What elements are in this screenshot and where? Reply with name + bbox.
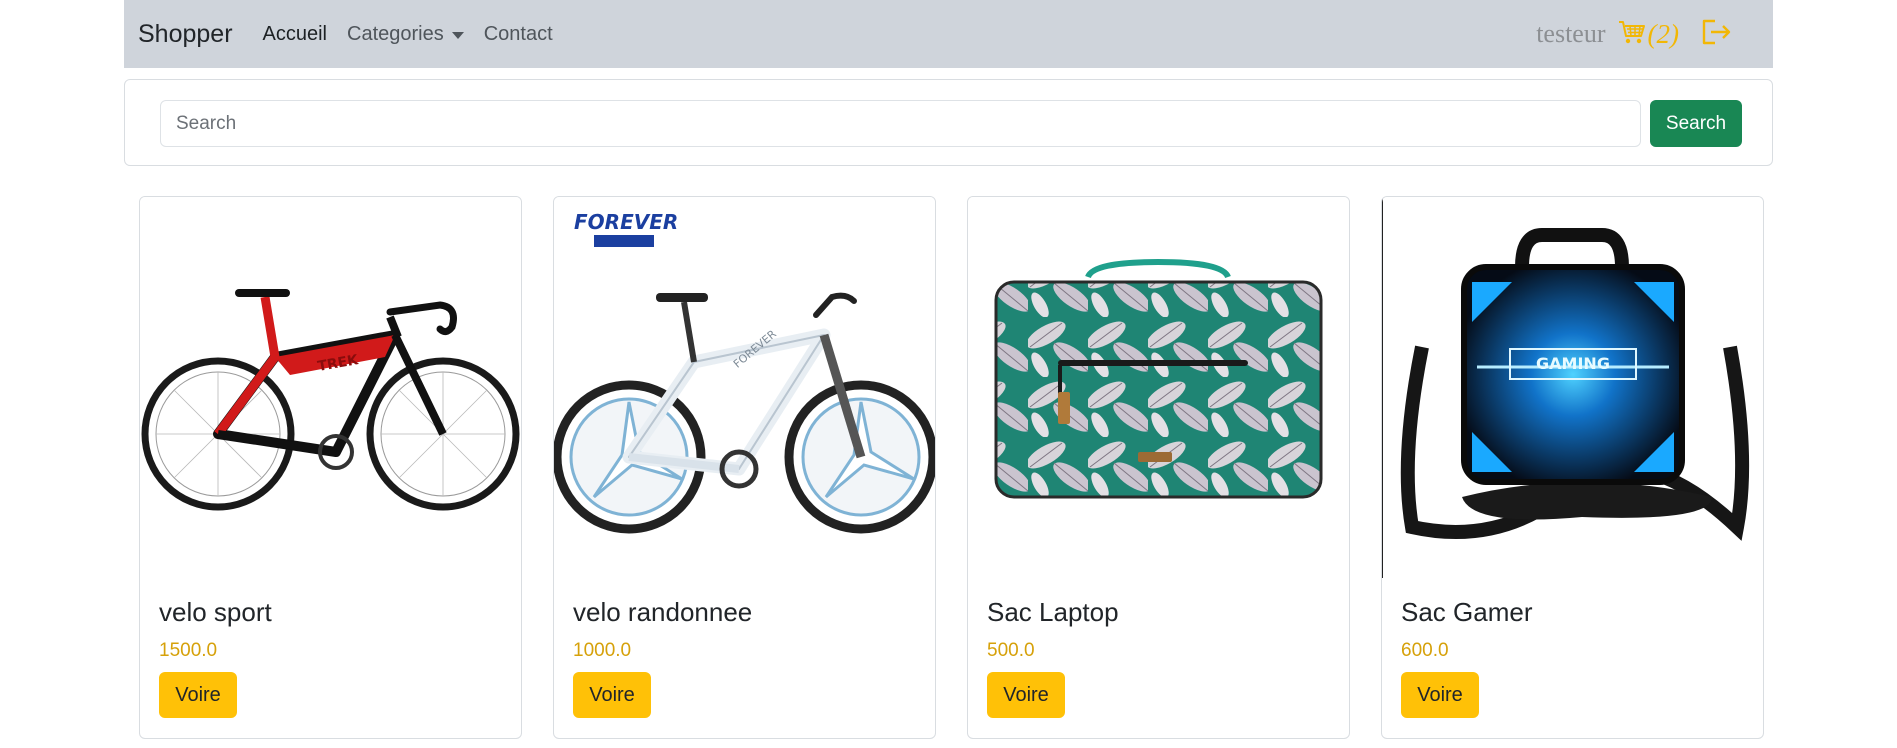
- view-product-button[interactable]: Voire: [159, 672, 237, 718]
- nav-link-categories-label: Categories: [347, 22, 444, 45]
- forever-logo-text: FOREVER: [574, 210, 678, 234]
- product-name: Sac Laptop: [987, 597, 1119, 627]
- page-container: Shopper Accueil Categories Contact teste…: [124, 0, 1773, 739]
- product-price: 1000.0: [573, 640, 632, 661]
- chevron-down-icon: [451, 31, 464, 39]
- product-name: velo sport: [159, 597, 272, 627]
- product-card: FOREVER FOREVER velo randonnee 1000.0 Vo…: [553, 196, 936, 739]
- logout-icon: [1701, 18, 1733, 51]
- product-name: Sac Gamer: [1401, 597, 1533, 627]
- product-card: TREK velo sport 1500.0 Voire: [139, 196, 522, 739]
- view-product-button[interactable]: Voire: [1401, 672, 1479, 718]
- brand-link[interactable]: Shopper: [138, 20, 233, 49]
- product-price: 1500.0: [159, 640, 218, 661]
- product-card: GAMING Sac Gamer 600.0 Voire: [1381, 196, 1764, 739]
- product-image-gaming-bag: GAMING: [1382, 197, 1763, 578]
- username-label: testeur: [1536, 19, 1606, 48]
- gaming-print-text: GAMING: [1536, 354, 1610, 373]
- product-name: velo randonnee: [573, 597, 753, 627]
- product-image-mountain-bike: FOREVER FOREVER: [554, 197, 935, 578]
- search-input[interactable]: [160, 100, 1641, 147]
- view-product-button[interactable]: Voire: [573, 672, 651, 718]
- cart-count: (2): [1647, 18, 1679, 49]
- nav-right-group: testeur (2): [1536, 0, 1733, 68]
- product-price: 600.0: [1401, 640, 1449, 661]
- product-card: Sac Laptop 500.0 Voire: [967, 196, 1350, 739]
- product-price: 500.0: [987, 640, 1035, 661]
- nav-link-contact[interactable]: Contact: [484, 23, 553, 46]
- search-button[interactable]: Search: [1650, 100, 1742, 147]
- cart-icon: [1618, 19, 1646, 50]
- nav-dropdown-categories[interactable]: Categories: [347, 23, 464, 46]
- logout-button[interactable]: [1701, 18, 1733, 51]
- view-product-button[interactable]: Voire: [987, 672, 1065, 718]
- product-image-laptop-bag: [968, 197, 1349, 578]
- top-navbar: Shopper Accueil Categories Contact teste…: [124, 0, 1773, 68]
- product-image-road-bike: TREK: [140, 197, 521, 578]
- search-panel: Search: [124, 79, 1773, 166]
- cart-link[interactable]: (2): [1618, 19, 1679, 50]
- product-grid: TREK velo sport 1500.0 Voire FOREVER FOR…: [139, 196, 1764, 739]
- nav-link-accueil[interactable]: Accueil: [263, 23, 327, 46]
